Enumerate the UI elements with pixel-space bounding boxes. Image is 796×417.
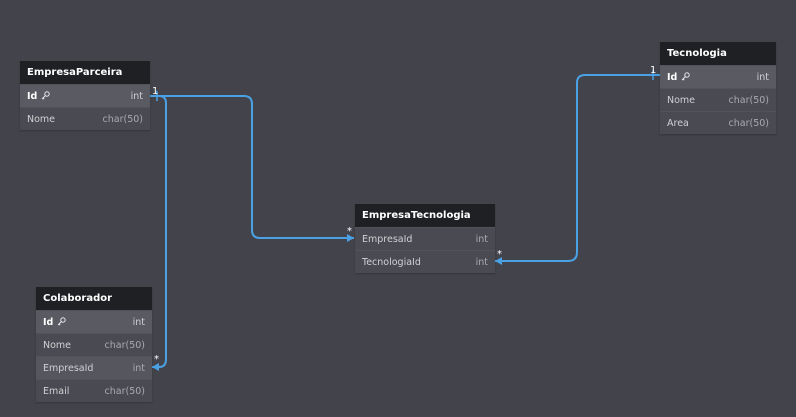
cardinality-one-empresaparceira: 1: [152, 86, 159, 97]
column-name: EmpresaId: [362, 234, 413, 245]
column-row-email[interactable]: Email char(50): [36, 379, 152, 402]
column-type: char(50): [102, 114, 143, 125]
column-name: Nome: [667, 95, 696, 106]
column-type: int: [132, 317, 145, 328]
key-icon: [57, 317, 67, 326]
column-name: Id: [667, 72, 678, 83]
column-type: char(50): [104, 386, 145, 397]
column-row-empresaid[interactable]: EmpresaId int: [36, 356, 152, 379]
column-type: char(50): [728, 95, 769, 106]
table-empresatecnologia[interactable]: EmpresaTecnologia EmpresaId int Tecnolog…: [355, 204, 495, 273]
column-type: int: [475, 257, 488, 268]
column-type: int: [756, 72, 769, 83]
table-tecnologia[interactable]: Tecnologia Id int Nome char(50) Area cha…: [660, 42, 776, 134]
column-name: Nome: [27, 114, 56, 125]
column-row-empresaid[interactable]: EmpresaId int: [355, 227, 495, 250]
column-name: Nome: [43, 340, 72, 351]
column-name: EmpresaId: [43, 363, 94, 374]
table-header[interactable]: EmpresaTecnologia: [355, 204, 495, 227]
key-icon: [41, 91, 51, 100]
key-icon: [681, 72, 691, 81]
cardinality-many-empresatecnologia-empresaid: *: [347, 226, 352, 237]
column-name: Area: [667, 118, 689, 129]
column-row-tecnologiaid[interactable]: TecnologiaId int: [355, 250, 495, 273]
cardinality-one-tecnologia: 1: [650, 65, 657, 76]
column-name: Id: [43, 317, 54, 328]
table-header[interactable]: Colaborador: [36, 287, 152, 310]
column-type: int: [132, 363, 145, 374]
relationship-empresaparceira-empresatecnologia[interactable]: [150, 95, 354, 239]
cardinality-many-colaborador-empresaid: *: [154, 354, 159, 365]
column-row-nome[interactable]: Nome char(50): [660, 88, 776, 111]
column-type: int: [130, 91, 143, 102]
column-type: int: [475, 234, 488, 245]
relationship-empresaparceira-colaborador[interactable]: [150, 95, 167, 368]
cardinality-many-empresatecnologia-tecnologiaid: *: [497, 249, 502, 260]
column-name: Id: [27, 91, 38, 102]
table-header[interactable]: EmpresaParceira: [20, 61, 150, 84]
table-empresaparceira[interactable]: EmpresaParceira Id int Nome char(50): [20, 61, 150, 130]
diagram-canvas[interactable]: 1 * * 1 * EmpresaParceira Id int Nome ch…: [0, 0, 796, 417]
column-type: char(50): [104, 340, 145, 351]
column-row-nome[interactable]: Nome char(50): [20, 107, 150, 130]
column-name: Email: [43, 386, 70, 397]
column-row-nome[interactable]: Nome char(50): [36, 333, 152, 356]
column-row-area[interactable]: Area char(50): [660, 111, 776, 134]
table-colaborador[interactable]: Colaborador Id int Nome char(50) Empresa…: [36, 287, 152, 402]
column-row-id[interactable]: Id int: [36, 310, 152, 333]
column-type: char(50): [728, 118, 769, 129]
column-row-id[interactable]: Id int: [20, 84, 150, 107]
column-name: TecnologiaId: [362, 257, 421, 268]
relationship-tecnologia-empresatecnologia[interactable]: [495, 74, 660, 262]
column-row-id[interactable]: Id int: [660, 65, 776, 88]
table-header[interactable]: Tecnologia: [660, 42, 776, 65]
